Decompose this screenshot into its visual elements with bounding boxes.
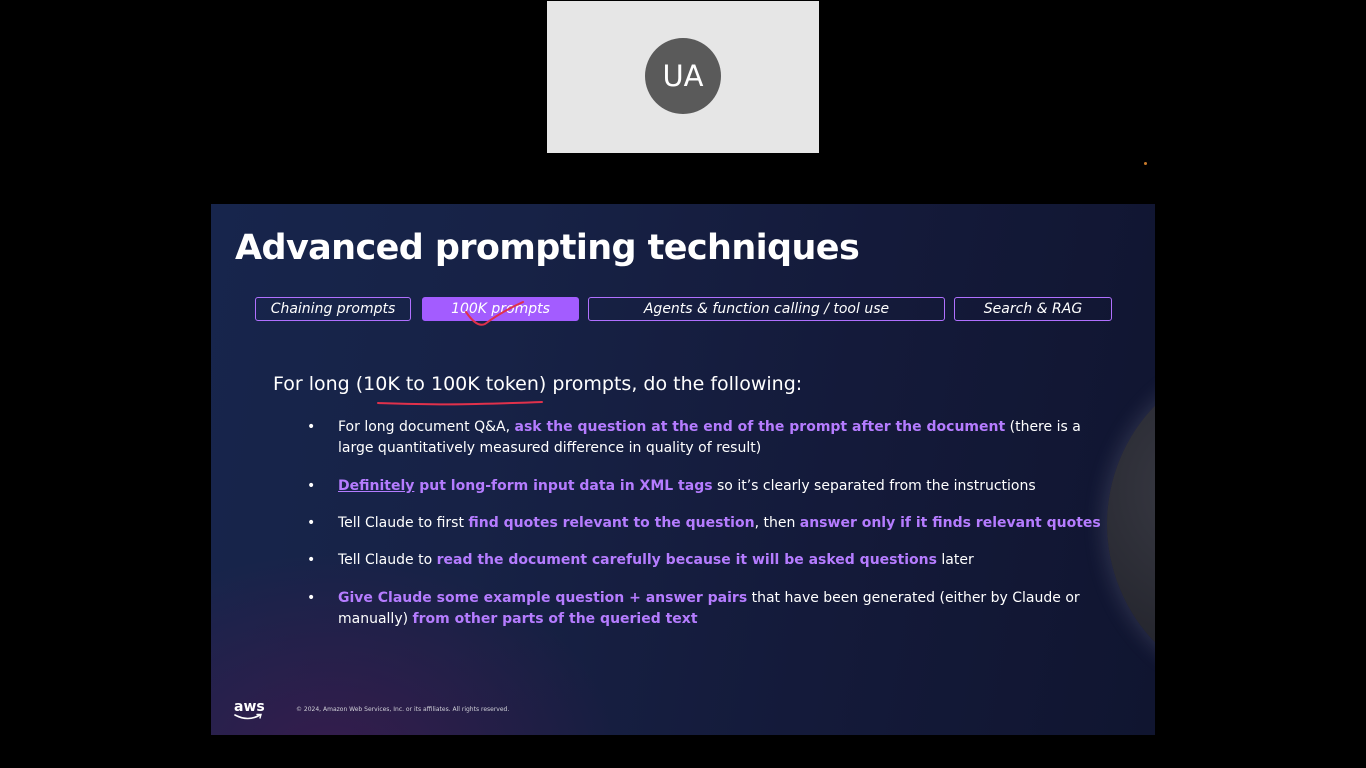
bullet-highlight: Definitely [338,478,415,494]
bullet-item: Give Claude some example question + answ… [338,588,1108,630]
lead-text: For long (10K to 100K token) prompts, do… [273,373,803,395]
bullet-item: Definitely put long-form input data in X… [338,476,1108,497]
bullet-marker: • [307,552,316,568]
bullet-marker: • [307,515,316,531]
bullet-item: Tell Claude to read the document careful… [338,550,1108,571]
pen-checkmark-annotation [465,301,524,326]
bullet-marker: • [307,478,316,494]
participant-video-tile[interactable]: UA [547,1,819,153]
slide-title: Advanced prompting techniques [235,228,860,268]
bullet-item: Tell Claude to first find quotes relevan… [338,513,1108,534]
bullet-item: For long document Q&A, ask the question … [338,417,1108,459]
bullet-text: so it’s clearly separated from the instr… [712,478,1036,494]
tab-search-rag: Search & RAG [954,297,1112,321]
copyright-notice: © 2024, Amazon Web Services, Inc. or its… [296,706,510,713]
pen-underline-annotation [377,401,543,406]
bullet-highlight: put long-form input data in XML tags [414,478,713,494]
tab-chaining-prompts: Chaining prompts [255,297,411,321]
bullet-marker: • [307,419,316,435]
bullet-highlight: from other parts of the queried text [412,611,698,627]
bullet-text: For long document Q&A, [338,419,515,435]
status-indicator-dot [1144,162,1147,165]
aws-logo-text: aws [234,699,265,715]
bullet-highlight: Give Claude some example question + answ… [338,590,748,606]
bullet-highlight: answer only if it finds relevant quotes [799,515,1101,531]
planet-graphic [1107,354,1155,694]
shared-slide: Advanced prompting techniques Chaining p… [211,204,1155,735]
bullet-highlight: read the document carefully because it w… [436,552,937,568]
bullet-text: later [936,552,974,568]
avatar: UA [645,38,721,114]
bullet-highlight: ask the question at the end of the promp… [514,419,1006,435]
aws-smile-icon [234,713,262,720]
bullet-text: , then [754,515,800,531]
tab-agents-function-calling: Agents & function calling / tool use [588,297,945,321]
bullet-text: Tell Claude to first [338,515,469,531]
aws-logo: aws [234,700,266,722]
bullet-marker: • [307,590,316,606]
bullet-highlight: find quotes relevant to the question [468,515,755,531]
bullet-text: Tell Claude to [338,552,437,568]
